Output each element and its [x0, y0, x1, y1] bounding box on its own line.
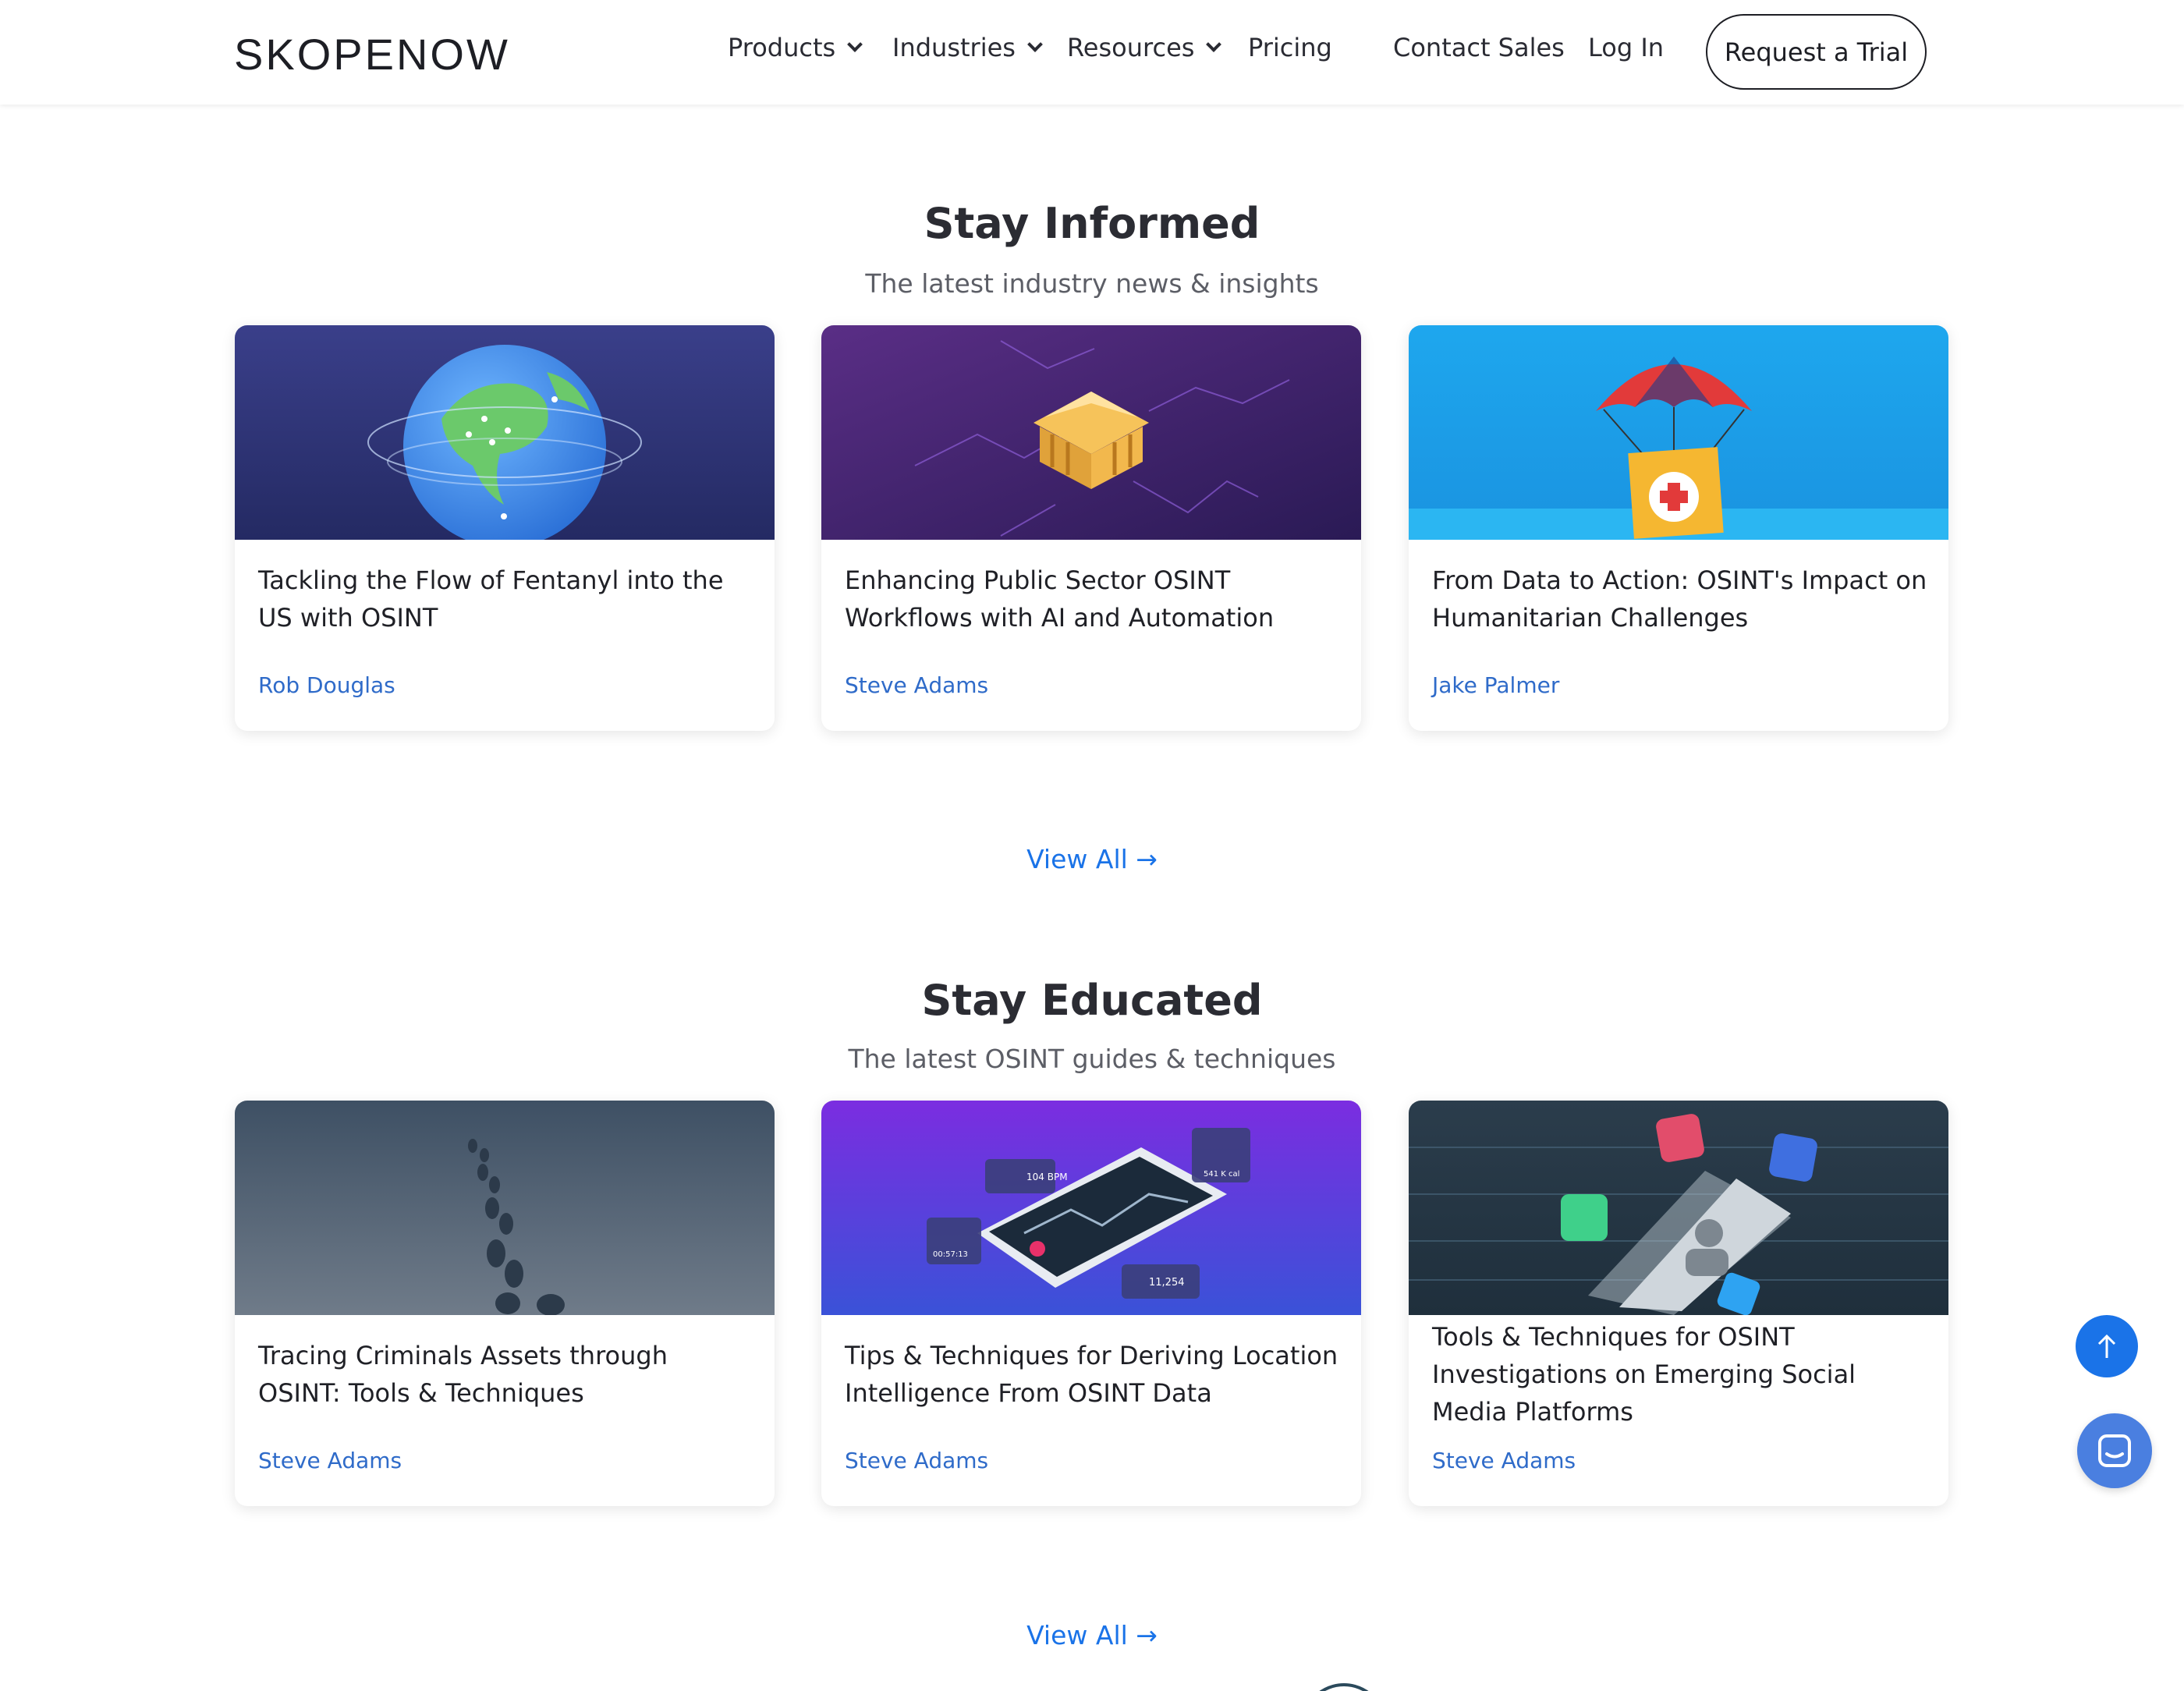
nav-contact-sales[interactable]: Contact Sales [1393, 35, 1565, 60]
partial-graphic [1301, 1683, 1387, 1691]
arrow-right-icon: → [1136, 1620, 1158, 1650]
article-title[interactable]: From Data to Action: OSINT's Impact on H… [1432, 562, 1931, 636]
article-author[interactable]: Steve Adams [258, 1450, 402, 1472]
article-title[interactable]: Enhancing Public Sector OSINT Workflows … [845, 562, 1344, 636]
steps-readout: 11,254 [1149, 1277, 1185, 1289]
request-trial-button[interactable]: Request a Trial [1706, 14, 1927, 90]
social-phone-illustration [1409, 1101, 1948, 1315]
article-title[interactable]: Tackling the Flow of Fentanyl into the U… [258, 562, 757, 636]
nav-log-in-label: Log In [1588, 33, 1665, 62]
heart-rate-readout: 104 BPM [1026, 1172, 1068, 1182]
article-card[interactable]: Tackling the Flow of Fentanyl into the U… [235, 325, 775, 731]
view-all-label: View All [1026, 1620, 1128, 1650]
arrow-right-icon: → [1136, 844, 1158, 874]
article-author[interactable]: Steve Adams [845, 1450, 988, 1472]
view-all-label: View All [1026, 844, 1128, 874]
article-card[interactable]: Tools & Techniques for OSINT Investigati… [1409, 1101, 1948, 1506]
article-author[interactable]: Jake Palmer [1432, 675, 1559, 697]
nav-pricing[interactable]: Pricing [1248, 35, 1332, 60]
nav-industries[interactable]: Industries [892, 33, 1043, 62]
calorie-readout: 541 K cal [1204, 1170, 1239, 1179]
view-all-link[interactable]: View All → [0, 846, 2184, 872]
article-card[interactable]: 104 BPM 541 K cal 00:57:13 11,254 Tips &… [821, 1101, 1361, 1506]
article-author[interactable]: Steve Adams [1432, 1450, 1576, 1472]
section-subtitle-informed: The latest industry news & insights [865, 268, 1319, 299]
chevron-down-icon [847, 37, 863, 52]
article-author[interactable]: Steve Adams [845, 675, 988, 697]
arrow-up-icon [2097, 1334, 2116, 1358]
phone-map-illustration: 104 BPM 541 K cal 00:57:13 11,254 [821, 1101, 1361, 1315]
nav-contact-sales-label: Contact Sales [1393, 33, 1565, 62]
nav-pricing-label: Pricing [1248, 33, 1332, 62]
article-title[interactable]: Tracing Criminals Assets through OSINT: … [258, 1337, 757, 1412]
nav-log-in[interactable]: Log In [1588, 35, 1664, 60]
article-title[interactable]: Tips & Techniques for Deriving Location … [845, 1337, 1344, 1412]
article-card[interactable]: Enhancing Public Sector OSINT Workflows … [821, 325, 1361, 731]
chat-launcher-button[interactable] [2077, 1413, 2152, 1488]
nav-industries-label: Industries [892, 33, 1016, 62]
aid-parachute-illustration [1409, 325, 1948, 540]
globe-illustration [235, 325, 775, 540]
chevron-down-icon [1027, 37, 1043, 52]
section-title-educated: Stay Educated [921, 976, 1263, 1025]
timer-readout: 00:57:13 [933, 1250, 968, 1259]
chat-icon [2098, 1434, 2131, 1467]
article-card[interactable]: From Data to Action: OSINT's Impact on H… [1409, 325, 1948, 731]
scroll-to-top-button[interactable] [2076, 1315, 2138, 1377]
nav-products[interactable]: Products [728, 33, 863, 62]
section-title-informed: Stay Informed [924, 199, 1260, 248]
section-subtitle-educated: The latest OSINT guides & techniques [848, 1044, 1336, 1074]
government-building-illustration [821, 325, 1361, 540]
article-author[interactable]: Rob Douglas [258, 675, 395, 697]
nav-resources-label: Resources [1067, 33, 1195, 62]
chevron-down-icon [1206, 37, 1222, 52]
site-header: SKOPENOW Products Industries Resources P… [0, 0, 2184, 105]
article-title[interactable]: Tools & Techniques for OSINT Investigati… [1432, 1318, 1931, 1430]
view-all-link[interactable]: View All → [0, 1622, 2184, 1648]
article-card[interactable]: Tracing Criminals Assets through OSINT: … [235, 1101, 775, 1506]
site-logo[interactable]: SKOPENOW [234, 33, 510, 76]
nav-resources[interactable]: Resources [1067, 33, 1222, 62]
nav-products-label: Products [728, 33, 836, 62]
footprints-illustration [235, 1101, 775, 1315]
